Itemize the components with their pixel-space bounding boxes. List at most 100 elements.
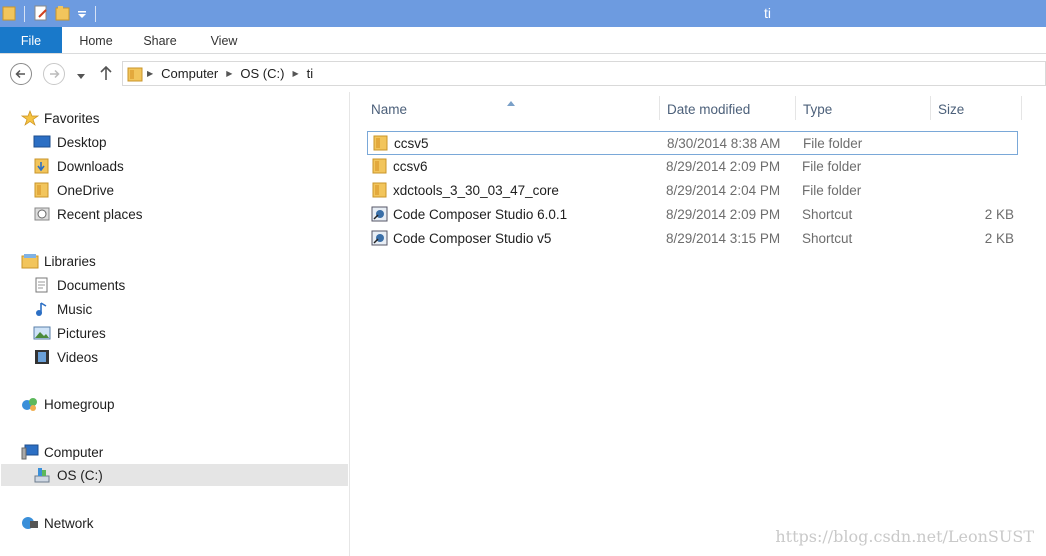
nav-label: OneDrive (57, 182, 115, 198)
breadcrumb-separator-icon[interactable]: ▶ (226, 69, 232, 78)
documents-icon (33, 277, 51, 293)
file-row[interactable]: ccsv6 8/29/2014 2:09 PM File folder (367, 155, 1018, 179)
nav-computer[interactable]: Computer (21, 441, 103, 463)
nav-desktop[interactable]: Desktop (33, 131, 107, 153)
file-type: Shortcut (802, 207, 853, 222)
nav-label: Videos (57, 349, 99, 365)
music-icon (33, 301, 51, 317)
navigation-pane: Favorites Desktop Downloads OneDrive Rec… (0, 92, 350, 556)
nav-libraries[interactable]: Libraries (21, 250, 96, 272)
column-header-date[interactable]: Date modified (667, 102, 750, 120)
nav-videos[interactable]: Videos (33, 346, 98, 368)
file-row[interactable]: Code Composer Studio 6.0.1 8/29/2014 2:0… (367, 203, 1018, 227)
libraries-icon (21, 253, 39, 269)
file-row[interactable]: Code Composer Studio v5 8/29/2014 3:15 P… (367, 227, 1018, 251)
file-type: File folder (802, 159, 862, 174)
recent-locations-button[interactable] (76, 69, 86, 84)
file-name: xdctools_3_30_03_47_core (393, 183, 559, 198)
folder-icon (372, 135, 390, 151)
shortcut-icon (371, 206, 389, 222)
chevron-down-icon (77, 74, 85, 79)
file-list: Name Date modified Type Size ccsv5 8/30/… (350, 92, 1046, 556)
nav-label: Music (57, 301, 93, 317)
folder-icon (371, 182, 389, 198)
file-date: 8/29/2014 2:09 PM (666, 207, 781, 222)
column-divider[interactable] (659, 96, 660, 120)
file-type: Shortcut (802, 231, 853, 246)
drive-icon (33, 467, 51, 483)
folder-icon (33, 182, 51, 198)
column-divider[interactable] (795, 96, 796, 120)
nav-label: Documents (57, 277, 126, 293)
title-bar: ti (0, 0, 1046, 27)
recent-places-icon (33, 206, 51, 222)
breadcrumb-separator-icon[interactable]: ▶ (147, 69, 153, 78)
up-arrow-icon (100, 65, 112, 80)
nav-label: Recent places (57, 206, 143, 222)
file-date: 8/29/2014 2:09 PM (666, 159, 781, 174)
sort-ascending-icon (507, 94, 515, 109)
nav-label: Favorites (44, 110, 100, 126)
nav-downloads[interactable]: Downloads (33, 155, 124, 177)
nav-music[interactable]: Music (33, 298, 92, 320)
back-button[interactable] (10, 63, 32, 85)
file-name: Code Composer Studio 6.0.1 (393, 207, 568, 222)
column-divider[interactable] (1021, 96, 1022, 120)
desktop-icon (33, 134, 51, 150)
file-row[interactable]: ccsv5 8/30/2014 8:38 AM File folder (367, 131, 1018, 155)
pictures-icon (33, 325, 51, 341)
downloads-icon (33, 158, 51, 174)
file-size: 2 KB (984, 207, 1014, 222)
tab-file[interactable]: File (0, 27, 62, 53)
watermark: https://blog.csdn.net/LeonSUST (775, 527, 1034, 546)
forward-arrow-icon (50, 69, 60, 79)
address-bar[interactable]: ▶ Computer ▶ OS (C:) ▶ ti (122, 61, 1046, 86)
nav-pictures[interactable]: Pictures (33, 322, 106, 344)
window-title: ti (764, 5, 771, 21)
nav-label: Downloads (57, 158, 124, 174)
nav-label: Homegroup (44, 396, 115, 412)
nav-onedrive[interactable]: OneDrive (33, 179, 114, 201)
file-date: 8/30/2014 8:38 AM (667, 136, 781, 151)
nav-documents[interactable]: Documents (33, 274, 125, 296)
nav-label: Pictures (57, 325, 106, 341)
network-icon (21, 515, 39, 531)
nav-homegroup[interactable]: Homegroup (21, 393, 115, 415)
column-header-name[interactable]: Name (371, 102, 407, 120)
column-header-size[interactable]: Size (938, 102, 964, 120)
tab-home[interactable]: Home (70, 27, 122, 53)
file-size: 2 KB (984, 231, 1014, 246)
homegroup-icon (21, 396, 39, 412)
nav-network[interactable]: Network (21, 512, 94, 534)
navigation-bar: ▶ Computer ▶ OS (C:) ▶ ti (0, 54, 1046, 92)
file-type: File folder (802, 183, 862, 198)
nav-label: OS (C:) (57, 467, 103, 483)
forward-button[interactable] (43, 63, 65, 85)
breadcrumb-computer[interactable]: Computer (161, 66, 218, 81)
breadcrumb-separator-icon[interactable]: ▶ (292, 69, 298, 78)
nav-favorites[interactable]: Favorites (21, 107, 100, 129)
folder-icon (127, 66, 143, 82)
tab-view[interactable]: View (198, 27, 250, 53)
column-header-type[interactable]: Type (803, 102, 832, 120)
file-name: Code Composer Studio v5 (393, 231, 552, 246)
nav-label: Computer (44, 444, 104, 460)
file-row[interactable]: xdctools_3_30_03_47_core 8/29/2014 2:04 … (367, 179, 1018, 203)
back-arrow-icon (15, 69, 25, 79)
up-button[interactable] (99, 65, 113, 84)
breadcrumb-os-c[interactable]: OS (C:) (240, 66, 284, 81)
file-name: ccsv5 (394, 136, 429, 151)
file-date: 8/29/2014 2:04 PM (666, 183, 781, 198)
folder-icon (371, 158, 389, 174)
tab-share[interactable]: Share (134, 27, 186, 53)
file-name: ccsv6 (393, 159, 428, 174)
file-date: 8/29/2014 3:15 PM (666, 231, 781, 246)
breadcrumb-ti[interactable]: ti (307, 66, 314, 81)
column-divider[interactable] (930, 96, 931, 120)
nav-recent-places[interactable]: Recent places (33, 203, 143, 225)
shortcut-icon (371, 230, 389, 246)
star-icon (21, 110, 39, 126)
ribbon-tabs: File Home Share View (0, 27, 1046, 54)
nav-os-c[interactable]: OS (C:) (1, 464, 348, 486)
videos-icon (33, 349, 51, 365)
